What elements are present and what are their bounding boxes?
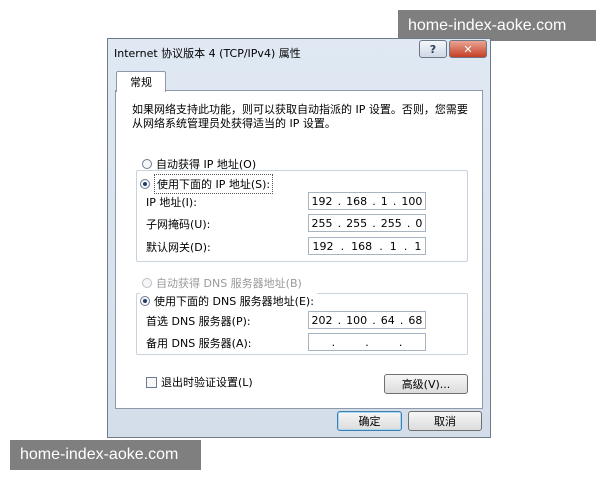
dialog-title: Internet 协议版本 4 (TCP/IPv4) 属性 bbox=[114, 47, 301, 60]
dns-auto-option[interactable]: 自动获得 DNS 服务器地址(B) bbox=[142, 275, 302, 291]
ip-octet: 192 bbox=[312, 239, 334, 253]
validate-settings-checkbox[interactable] bbox=[146, 376, 157, 388]
ip-auto-option[interactable]: 自动获得 IP 地址(O) bbox=[142, 156, 256, 172]
ip-octet: 0 bbox=[415, 216, 423, 230]
ip-octet: 255 bbox=[346, 216, 368, 230]
octet-dot: . bbox=[337, 216, 342, 230]
ip-octet: 68 bbox=[408, 313, 423, 327]
octet-dot: . bbox=[398, 335, 403, 349]
octet-dot: . bbox=[392, 194, 397, 208]
alternate-dns-label: 备用 DNS 服务器(A): bbox=[146, 337, 252, 350]
ip-manual-label: 使用下面的 IP 地址(S): bbox=[154, 174, 274, 194]
octet-dot: . bbox=[340, 239, 345, 253]
ip-manual-option[interactable]: 使用下面的 IP 地址(S): bbox=[140, 174, 277, 194]
tab-general-label: 常规 bbox=[130, 76, 152, 89]
octet-dot: . bbox=[365, 335, 369, 349]
ip-octet: 202 bbox=[311, 313, 333, 327]
description-text: 如果网络支持此功能，则可以获取自动指派的 IP 设置。否则，您需要从网络系统管理… bbox=[132, 103, 468, 130]
dns-auto-label: 自动获得 DNS 服务器地址(B) bbox=[156, 277, 302, 290]
ip-octet: 1 bbox=[389, 239, 397, 253]
octet-dot: . bbox=[337, 194, 342, 208]
ip-octet: 64 bbox=[380, 313, 395, 327]
ip-address-label: IP 地址(I): bbox=[146, 196, 197, 209]
octet-dot: . bbox=[403, 239, 408, 253]
octet-dot: . bbox=[372, 313, 376, 327]
octet-dot: . bbox=[337, 313, 342, 327]
ip-address-input[interactable]: 192. 168. 1. 100 bbox=[308, 192, 426, 210]
ip-octet: 168 bbox=[346, 194, 368, 208]
validate-settings-label: 退出时验证设置(L) bbox=[161, 376, 253, 389]
subnet-mask-label: 子网掩码(U): bbox=[146, 218, 211, 231]
alternate-dns-input[interactable]: . . . bbox=[308, 333, 426, 351]
watermark-top: home-index-aoke.com bbox=[398, 10, 596, 41]
default-gateway-label: 默认网关(D): bbox=[146, 241, 211, 254]
close-icon: ✕ bbox=[463, 42, 473, 56]
validate-settings-option[interactable]: 退出时验证设置(L) bbox=[146, 374, 253, 390]
ip-octet: 1 bbox=[380, 194, 388, 208]
preferred-dns-input[interactable]: 202. 100. 64. 68 bbox=[308, 311, 426, 329]
ok-button[interactable]: 确定 bbox=[337, 411, 402, 431]
tab-joint bbox=[117, 89, 165, 92]
close-button[interactable]: ✕ bbox=[449, 40, 487, 58]
ip-octet: 168 bbox=[351, 239, 373, 253]
help-button[interactable]: ? bbox=[419, 40, 447, 58]
octet-dot: . bbox=[372, 216, 376, 230]
octet-dot: . bbox=[331, 335, 336, 349]
octet-dot: . bbox=[406, 216, 411, 230]
ip-octet: 255 bbox=[311, 216, 333, 230]
ip-octet: 255 bbox=[380, 216, 402, 230]
dns-auto-radio[interactable] bbox=[142, 278, 152, 288]
ip-octet: 100 bbox=[401, 194, 423, 208]
dns-manual-label: 使用下面的 DNS 服务器地址(E): bbox=[154, 295, 314, 308]
watermark-bottom: home-index-aoke.com bbox=[10, 440, 201, 470]
advanced-button[interactable]: 高级(V)... bbox=[384, 374, 468, 394]
octet-dot: . bbox=[399, 313, 404, 327]
ip-octet: 192 bbox=[311, 194, 333, 208]
ip-auto-label: 自动获得 IP 地址(O) bbox=[156, 158, 257, 171]
default-gateway-input[interactable]: 192. 168. 1. 1 bbox=[308, 237, 426, 255]
ip-auto-radio[interactable] bbox=[142, 159, 152, 169]
subnet-mask-input[interactable]: 255. 255. 255. 0 bbox=[308, 214, 426, 232]
preferred-dns-label: 首选 DNS 服务器(P): bbox=[146, 315, 251, 328]
dns-manual-option[interactable]: 使用下面的 DNS 服务器地址(E): bbox=[140, 293, 317, 309]
help-icon: ? bbox=[429, 42, 437, 56]
octet-dot: . bbox=[379, 239, 383, 253]
ip-manual-radio[interactable] bbox=[140, 179, 150, 189]
title-bar: Internet 协议版本 4 (TCP/IPv4) 属性 ? ✕ bbox=[108, 39, 490, 67]
ip-octet: 1 bbox=[414, 239, 422, 253]
cancel-button[interactable]: 取消 bbox=[408, 411, 482, 431]
octet-dot: . bbox=[372, 194, 376, 208]
ip-octet: 100 bbox=[346, 313, 368, 327]
dns-manual-radio[interactable] bbox=[140, 296, 150, 306]
